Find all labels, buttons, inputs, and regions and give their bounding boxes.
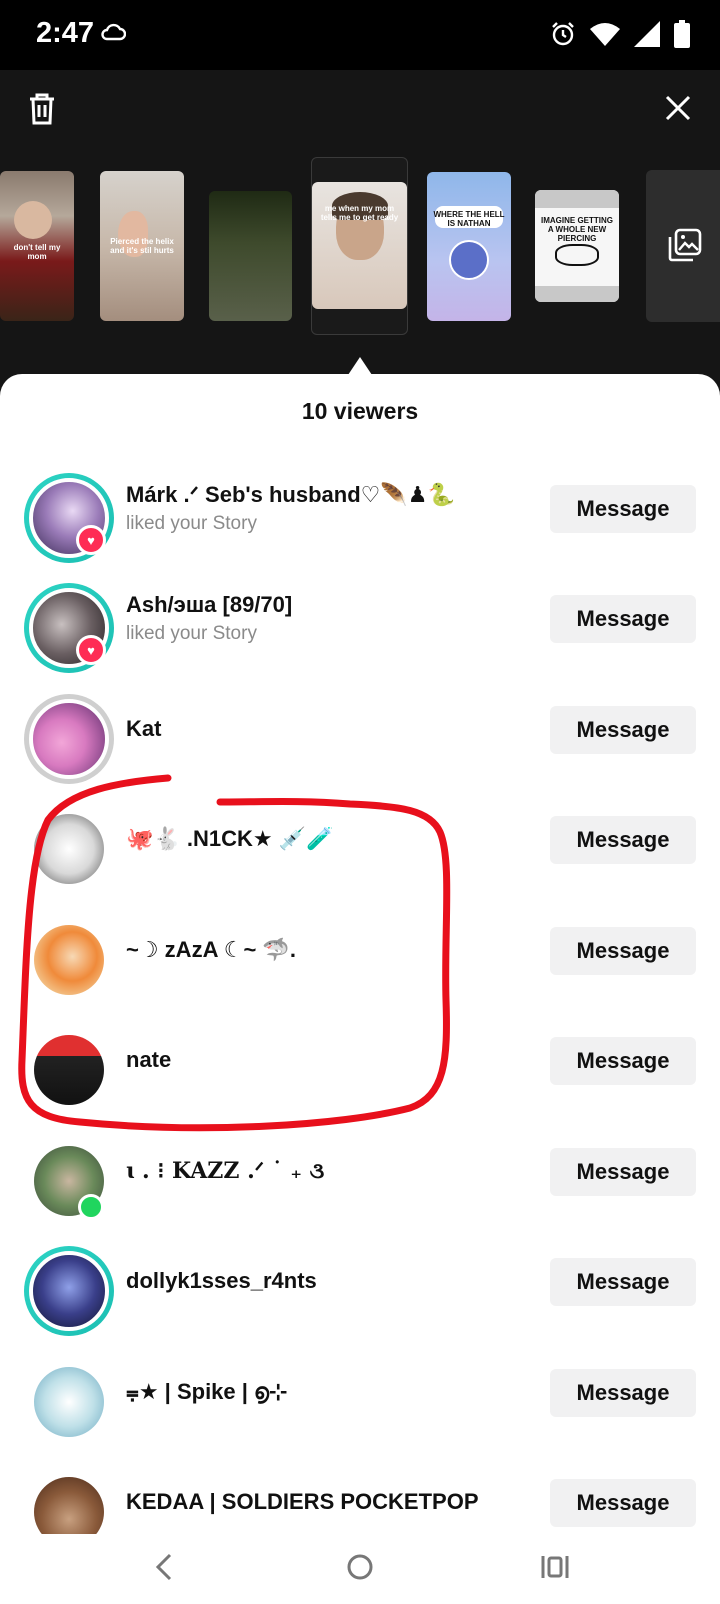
viewer-row[interactable]: 🐙🐇 .N1CK★ 💉🧪 Message [0, 794, 720, 904]
viewer-row[interactable]: Kat Message [0, 684, 720, 794]
add-media-button[interactable] [646, 170, 720, 322]
story-thumb-4[interactable]: me when my mom tells me to get ready [312, 182, 407, 309]
message-button[interactable]: Message [550, 1037, 696, 1085]
viewer-row[interactable]: ♥ Ash/эша [89/70] liked your Story Messa… [0, 573, 720, 683]
story-thumb-2[interactable]: Pierced the helix and it's stil hurts [100, 171, 184, 321]
status-time: 2:47 [36, 17, 95, 49]
viewer-name: KEDAA | SOLDIERS POCKETPOP [126, 1489, 479, 1514]
message-button[interactable]: Message [550, 927, 696, 975]
message-button[interactable]: Message [550, 595, 696, 643]
home-icon[interactable] [343, 1550, 377, 1584]
avatar[interactable] [34, 1477, 104, 1534]
message-button[interactable]: Message [550, 1479, 696, 1527]
avatar[interactable] [34, 1035, 104, 1105]
viewer-activity: liked your Story [126, 513, 257, 534]
story-thumb-1[interactable]: don't tell my mom [0, 171, 74, 321]
back-icon[interactable] [150, 1550, 180, 1584]
message-button[interactable]: Message [550, 1369, 696, 1417]
viewer-name: ~☽ zAzA ☾~ 🦈. [126, 937, 296, 962]
viewer-name: 🐙🐇 .N1CK★ 💉🧪 [126, 826, 334, 851]
sheet-notch [348, 357, 372, 375]
story-thumb-5[interactable]: WHERE THE HELL IS NATHAN [427, 172, 511, 321]
avatar[interactable] [34, 814, 104, 884]
story-thumb-caption: IMAGINE GETTING A WHOLE NEW PIERCING [541, 216, 613, 243]
online-status-dot [78, 1194, 104, 1220]
message-button[interactable]: Message [550, 1258, 696, 1306]
story-thumb-caption: don't tell my mom [13, 243, 61, 261]
alarm-icon [552, 22, 574, 46]
viewer-name: Kat [126, 716, 162, 741]
heart-icon: ♥ [76, 525, 106, 555]
status-icons [550, 20, 690, 48]
viewer-row[interactable]: ɩ . ⁝ KAZZ .ᐟ ˙ ₊ ૩ Message [0, 1126, 720, 1236]
status-bar: 2:47 [0, 0, 720, 70]
message-button[interactable]: Message [550, 485, 696, 533]
story-thumb-caption: me when my mom tells me to get ready [320, 204, 399, 222]
viewer-name: nate [126, 1047, 172, 1072]
story-thumb-caption: Pierced the helix and it's stil hurts [110, 237, 174, 255]
viewer-activity: liked your Story [126, 623, 257, 644]
system-navigation-bar [0, 1534, 720, 1604]
message-button[interactable]: Message [550, 1148, 696, 1196]
avatar[interactable] [24, 1246, 114, 1336]
viewer-row[interactable]: ⩦★ | Spike | ൭⊹ Message [0, 1347, 720, 1457]
avatar[interactable] [24, 694, 114, 784]
viewer-row[interactable]: dollyk1sses_r4nts Message [0, 1236, 720, 1346]
message-button[interactable]: Message [550, 706, 696, 754]
avatar[interactable] [34, 1367, 104, 1437]
signal-icon [634, 21, 660, 47]
story-thumb-caption: WHERE THE HELL IS NATHAN [433, 210, 505, 228]
viewers-count-title: 10 viewers [301, 398, 419, 424]
viewer-row[interactable]: KEDAA | SOLDIERS POCKETPOP Message [0, 1457, 720, 1534]
heart-icon: ♥ [76, 635, 106, 665]
story-thumb-3[interactable] [209, 191, 292, 321]
viewer-name: dollyk1sses_r4nts [126, 1268, 317, 1293]
add-media-icon [668, 228, 702, 262]
battery-icon [674, 20, 690, 48]
message-button[interactable]: Message [550, 816, 696, 864]
cloud-icon [101, 23, 126, 41]
avatar[interactable] [34, 925, 104, 995]
wifi-icon [590, 23, 620, 46]
recents-icon[interactable] [538, 1550, 572, 1584]
viewer-name: ɩ . ⁝ KAZZ .ᐟ ˙ ₊ ૩ [126, 1158, 325, 1184]
viewer-row[interactable]: nate Message [0, 1015, 720, 1125]
viewer-name: Ash/эша [89/70] [126, 592, 293, 617]
viewer-name: ⩦★ | Spike | ൭⊹ [126, 1379, 288, 1404]
trash-icon[interactable] [24, 90, 60, 126]
viewer-row[interactable]: ♥ Márk .ᐟ Seb's husband♡🪶♟🐍 liked your S… [0, 463, 720, 573]
viewer-name: Márk .ᐟ Seb's husband♡🪶♟🐍 [126, 482, 455, 507]
close-icon[interactable] [662, 92, 694, 124]
story-thumb-6[interactable]: IMAGINE GETTING A WHOLE NEW PIERCING [535, 190, 619, 302]
viewer-row[interactable]: ~☽ zAzA ☾~ 🦈. Message [0, 905, 720, 1015]
